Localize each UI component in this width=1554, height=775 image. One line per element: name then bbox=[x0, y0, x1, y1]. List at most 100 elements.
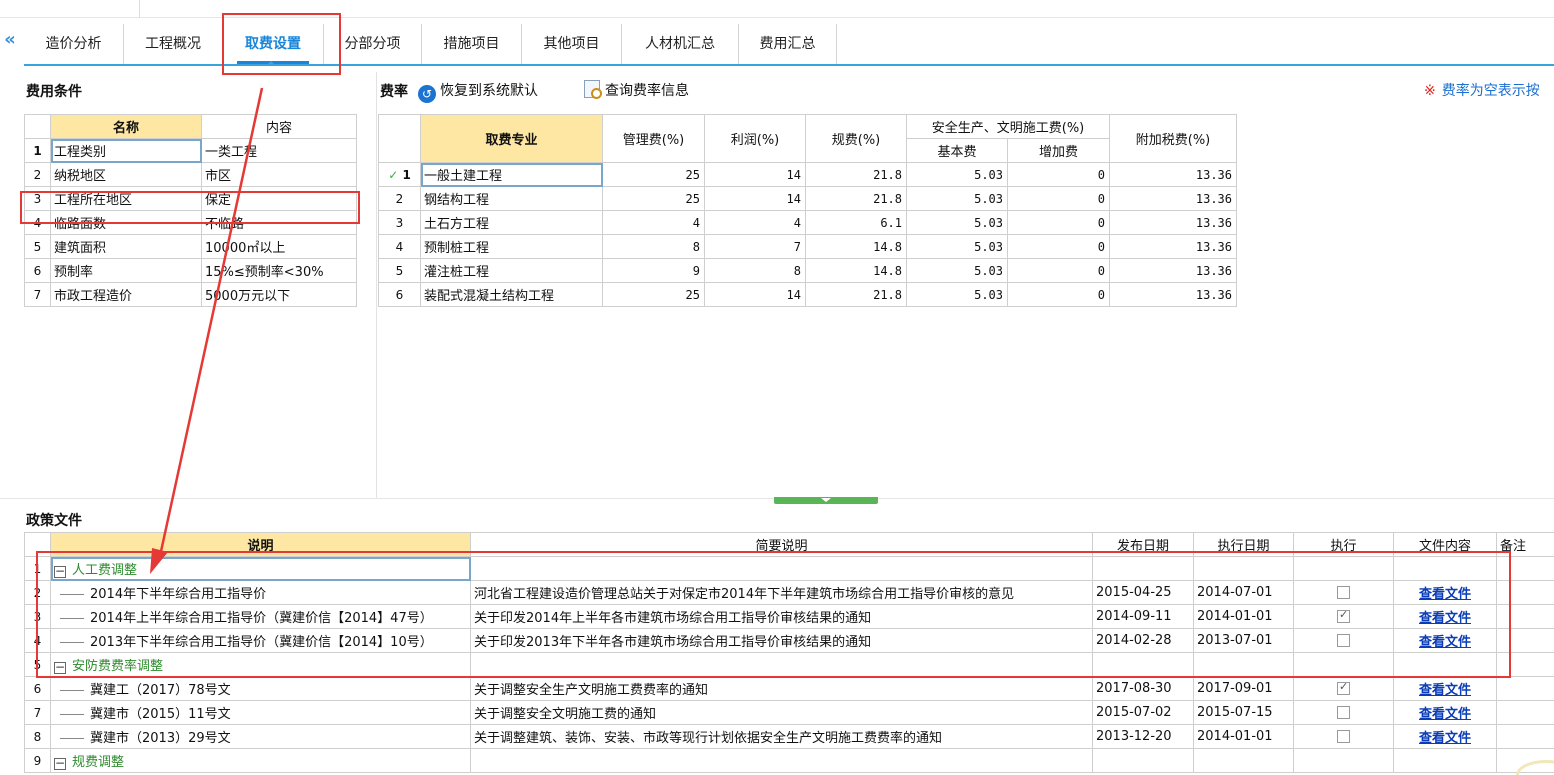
profit-rate-cell[interactable]: 14 bbox=[704, 162, 806, 187]
safety-base-cell[interactable]: 5.03 bbox=[906, 210, 1008, 235]
table-row[interactable]: 7 市政工程造价 5000万元以下 bbox=[24, 282, 357, 307]
remark-cell[interactable] bbox=[1496, 700, 1554, 725]
summary-cell[interactable]: 关于调整建筑、装饰、安装、市政等现行计划依据安全生产文明施工费费率的通知 bbox=[470, 724, 1093, 749]
col-header-tax[interactable]: 附加税费(%) bbox=[1109, 114, 1237, 163]
table-row[interactable]: 7 冀建市（2015）11号文 关于调整安全文明施工费的通知 2015-07-0… bbox=[24, 700, 1554, 725]
profit-rate-cell[interactable]: 4 bbox=[704, 210, 806, 235]
management-rate-cell[interactable]: 9 bbox=[602, 258, 705, 283]
tax-rate-cell[interactable]: 13.36 bbox=[1109, 282, 1237, 307]
col-header-remark[interactable]: 备注 bbox=[1496, 532, 1554, 557]
collapse-toggle-icon[interactable]: − bbox=[54, 565, 66, 578]
table-row[interactable]: 5 建筑面积 10000㎡以上 bbox=[24, 234, 357, 259]
tax-rate-cell[interactable]: 13.36 bbox=[1109, 234, 1237, 259]
remark-cell[interactable] bbox=[1496, 580, 1554, 605]
table-row[interactable]: 5 灌注桩工程 9 8 14.8 5.03 0 13.36 bbox=[378, 258, 1237, 283]
summary-cell[interactable]: 关于印发2013年下半年各市建筑市场综合用工指导价审核结果的通知 bbox=[470, 628, 1093, 653]
condition-value-cell[interactable]: 不临路 bbox=[201, 210, 357, 235]
safety-extra-cell[interactable]: 0 bbox=[1007, 186, 1110, 211]
execute-checkbox[interactable] bbox=[1337, 608, 1350, 623]
table-row[interactable]: 2 钢结构工程 25 14 21.8 5.03 0 13.36 bbox=[378, 186, 1237, 211]
condition-name-cell[interactable]: 预制率 bbox=[50, 258, 202, 283]
view-file-link[interactable]: 查看文件 bbox=[1419, 707, 1471, 722]
col-header-publish-date[interactable]: 发布日期 bbox=[1092, 532, 1194, 557]
vertical-splitter[interactable] bbox=[376, 72, 377, 498]
fees-rate-cell[interactable]: 21.8 bbox=[805, 282, 907, 307]
table-row[interactable]: 1 − 人工费调整 bbox=[24, 556, 1554, 581]
specialty-cell[interactable]: 预制桩工程 bbox=[420, 234, 603, 259]
execute-checkbox[interactable] bbox=[1337, 730, 1350, 743]
safety-extra-cell[interactable]: 0 bbox=[1007, 162, 1110, 187]
group-cell[interactable]: − 规费调整 bbox=[50, 748, 471, 773]
condition-value-cell[interactable]: 市区 bbox=[201, 162, 357, 187]
fees-rate-cell[interactable]: 21.8 bbox=[805, 162, 907, 187]
specialty-cell[interactable]: 灌注桩工程 bbox=[420, 258, 603, 283]
remark-cell[interactable] bbox=[1496, 676, 1554, 701]
condition-value-cell[interactable]: 一类工程 bbox=[201, 138, 357, 163]
col-header-file-content[interactable]: 文件内容 bbox=[1393, 532, 1497, 557]
condition-value-cell[interactable]: 15%≤预制率<30% bbox=[201, 258, 357, 283]
col-header-name[interactable]: 名称 bbox=[50, 114, 202, 139]
tab-sub-items[interactable]: 分部分项 bbox=[324, 24, 422, 64]
profit-rate-cell[interactable]: 7 bbox=[704, 234, 806, 259]
fees-rate-cell[interactable]: 6.1 bbox=[805, 210, 907, 235]
description-cell[interactable]: 2013年下半年综合用工指导价（冀建价信【2014】10号） bbox=[50, 628, 471, 653]
condition-name-cell[interactable]: 建筑面积 bbox=[50, 234, 202, 259]
condition-name-cell[interactable]: 工程类别 bbox=[50, 138, 202, 163]
view-file-link[interactable]: 查看文件 bbox=[1419, 683, 1471, 698]
col-header-profit[interactable]: 利润(%) bbox=[704, 114, 806, 163]
profit-rate-cell[interactable]: 14 bbox=[704, 186, 806, 211]
execute-checkbox[interactable] bbox=[1337, 706, 1350, 719]
group-cell[interactable]: − 人工费调整 bbox=[50, 556, 471, 581]
summary-cell[interactable]: 关于调整安全生产文明施工费费率的通知 bbox=[470, 676, 1093, 701]
summary-cell[interactable]: 河北省工程建设造价管理总站关于对保定市2014年下半年建筑市场综合用工指导价审核… bbox=[470, 580, 1093, 605]
safety-base-cell[interactable]: 5.03 bbox=[906, 234, 1008, 259]
safety-base-cell[interactable]: 5.03 bbox=[906, 282, 1008, 307]
remark-cell[interactable] bbox=[1496, 604, 1554, 629]
view-file-link[interactable]: 查看文件 bbox=[1419, 611, 1471, 626]
management-rate-cell[interactable]: 25 bbox=[602, 162, 705, 187]
view-file-link[interactable]: 查看文件 bbox=[1419, 731, 1471, 746]
fees-rate-cell[interactable]: 14.8 bbox=[805, 234, 907, 259]
table-row[interactable]: 5 − 安防费费率调整 bbox=[24, 652, 1554, 677]
profit-rate-cell[interactable]: 8 bbox=[704, 258, 806, 283]
col-header-exec-date[interactable]: 执行日期 bbox=[1193, 532, 1294, 557]
condition-name-cell[interactable]: 纳税地区 bbox=[50, 162, 202, 187]
table-row[interactable]: 2 纳税地区 市区 bbox=[24, 162, 357, 187]
condition-name-cell[interactable]: 市政工程造价 bbox=[50, 282, 202, 307]
tax-rate-cell[interactable]: 13.36 bbox=[1109, 210, 1237, 235]
table-row[interactable]: 4 2013年下半年综合用工指导价（冀建价信【2014】10号） 关于印发201… bbox=[24, 628, 1554, 653]
table-row[interactable]: 4 临路面数 不临路 bbox=[24, 210, 357, 235]
view-file-link[interactable]: 查看文件 bbox=[1419, 635, 1471, 650]
tab-cost-summary[interactable]: 费用汇总 bbox=[739, 24, 837, 64]
query-rate-button[interactable]: 查询费率信息 bbox=[584, 80, 689, 102]
tab-cost-analysis[interactable]: 造价分析 bbox=[24, 24, 124, 64]
col-header-management[interactable]: 管理费(%) bbox=[602, 114, 705, 163]
col-header-fees[interactable]: 规费(%) bbox=[805, 114, 907, 163]
splitter-grip-handle[interactable] bbox=[774, 497, 878, 504]
condition-value-cell[interactable]: 10000㎡以上 bbox=[201, 234, 357, 259]
fees-rate-cell[interactable]: 21.8 bbox=[805, 186, 907, 211]
management-rate-cell[interactable]: 25 bbox=[602, 282, 705, 307]
col-header-safety-extra[interactable]: 增加费 bbox=[1007, 138, 1110, 163]
tax-rate-cell[interactable]: 13.36 bbox=[1109, 186, 1237, 211]
tab-other-items[interactable]: 其他项目 bbox=[522, 24, 622, 64]
description-cell[interactable]: 冀建市（2013）29号文 bbox=[50, 724, 471, 749]
execute-checkbox[interactable] bbox=[1337, 680, 1350, 695]
remark-cell[interactable] bbox=[1496, 628, 1554, 653]
table-row[interactable]: 3 土石方工程 4 4 6.1 5.03 0 13.36 bbox=[378, 210, 1237, 235]
specialty-cell[interactable]: 装配式混凝土结构工程 bbox=[420, 282, 603, 307]
table-row[interactable]: 6 预制率 15%≤预制率<30% bbox=[24, 258, 357, 283]
remark-cell[interactable] bbox=[1496, 724, 1554, 749]
table-row[interactable]: 1 工程类别 一类工程 bbox=[24, 138, 357, 163]
specialty-cell[interactable]: 土石方工程 bbox=[420, 210, 603, 235]
table-row[interactable]: 8 冀建市（2013）29号文 关于调整建筑、装饰、安装、市政等现行计划依据安全… bbox=[24, 724, 1554, 749]
table-row[interactable]: 6 装配式混凝土结构工程 25 14 21.8 5.03 0 13.36 bbox=[378, 282, 1237, 307]
collapse-toggle-icon[interactable]: − bbox=[54, 757, 66, 770]
col-header-execute[interactable]: 执行 bbox=[1293, 532, 1394, 557]
col-header-summary[interactable]: 简要说明 bbox=[470, 532, 1093, 557]
safety-extra-cell[interactable]: 0 bbox=[1007, 234, 1110, 259]
condition-value-cell[interactable]: 5000万元以下 bbox=[201, 282, 357, 307]
col-header-specialty[interactable]: 取费专业 bbox=[420, 114, 603, 163]
tax-rate-cell[interactable]: 13.36 bbox=[1109, 258, 1237, 283]
description-cell[interactable]: 2014年上半年综合用工指导价（冀建价信【2014】47号） bbox=[50, 604, 471, 629]
